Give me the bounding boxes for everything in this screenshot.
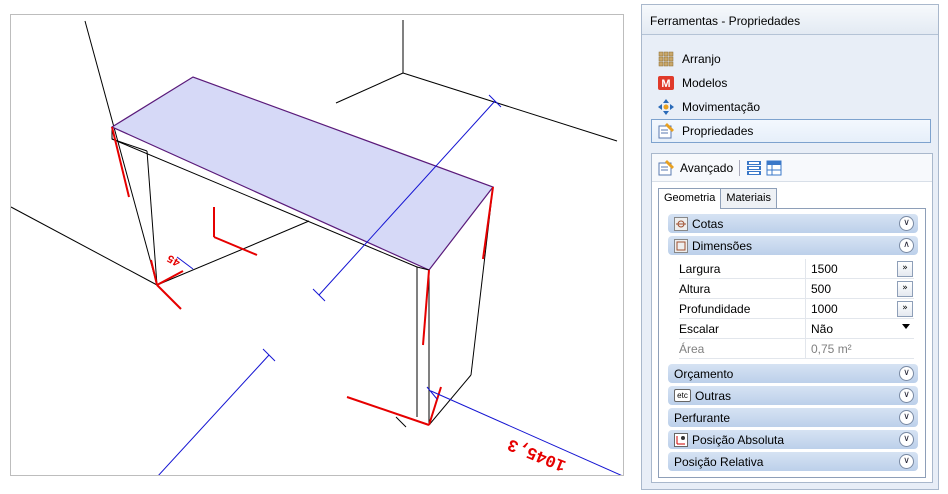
section-outras[interactable]: etc Outras ∨ — [668, 386, 918, 405]
column-divider — [805, 279, 806, 299]
expand-button[interactable]: » — [897, 301, 913, 317]
geometria-panel: Cotas ∨ Dimensões ∧ Largura 1500 » Altur… — [658, 208, 926, 478]
box-top-face — [110, 76, 494, 271]
nav-item-label: Movimentação — [682, 100, 761, 114]
section-label: Dimensões — [692, 238, 753, 253]
room-edge — [335, 72, 404, 104]
scene-drawing: 1045,3 45 — [11, 20, 622, 475]
expand-button[interactable]: » — [897, 281, 913, 297]
field-largura: Largura 1500 » — [679, 259, 914, 279]
list-view-icon[interactable] — [746, 160, 762, 176]
profundidade-input[interactable]: 1000 — [808, 299, 888, 318]
section-label: Outras — [695, 388, 732, 403]
dimension-line — [158, 354, 270, 475]
section-dimensoes[interactable]: Dimensões ∧ — [668, 236, 918, 255]
column-divider — [805, 339, 806, 359]
table-view-icon[interactable] — [766, 160, 782, 176]
toolbar-separator — [739, 159, 741, 176]
dimension-label-1045: 1045,3 — [505, 434, 569, 475]
axis-marker — [111, 126, 130, 198]
nav-item-arranjo[interactable]: Arranjo — [651, 47, 931, 71]
move-icon — [658, 99, 674, 115]
chevron-down-icon[interactable]: ∨ — [899, 366, 914, 381]
field-label: Altura — [679, 282, 711, 296]
properties-panel: Ferramentas - Propriedades Arranjo M Mod… — [641, 4, 939, 490]
field-label: Largura — [679, 262, 721, 276]
area-value: 0,75 m² — [811, 342, 852, 356]
dimension-line — [430, 390, 622, 475]
dropdown-arrow-icon[interactable] — [902, 324, 910, 329]
field-altura: Altura 500 » — [679, 279, 914, 299]
altura-input[interactable]: 500 — [808, 279, 888, 298]
properties-icon — [658, 123, 674, 139]
expand-button[interactable]: » — [897, 261, 913, 277]
tab-geometria[interactable]: Geometria — [658, 188, 722, 209]
section-label: Orçamento — [674, 366, 734, 381]
room-edge — [11, 206, 158, 286]
properties-box: Avançado Geometria Materiais Cotas ∨ Dim… — [651, 153, 933, 483]
axis-marker — [156, 284, 182, 310]
field-area: Área 0,75 m² — [679, 339, 914, 359]
properties-icon — [658, 159, 674, 176]
dimensoes-icon — [674, 238, 688, 253]
box-edge — [395, 416, 407, 428]
nav-item-propriedades[interactable]: Propriedades — [651, 119, 931, 143]
field-escalar: Escalar Não — [679, 319, 914, 339]
escalar-select[interactable]: Não — [808, 319, 914, 338]
section-posicao-relativa[interactable]: Posição Relativa ∨ — [668, 452, 918, 471]
room-edge — [402, 72, 618, 142]
column-divider — [805, 319, 806, 339]
section-label: Perfurante — [674, 410, 731, 425]
chevron-down-icon[interactable]: ∨ — [899, 432, 914, 447]
chevron-down-icon[interactable]: ∨ — [899, 410, 914, 425]
section-cotas[interactable]: Cotas ∨ — [668, 214, 918, 233]
largura-input[interactable]: 1500 — [808, 259, 888, 278]
column-divider — [805, 259, 806, 279]
section-label: Posição Absoluta — [692, 432, 785, 447]
modelos-icon: M — [658, 75, 674, 91]
field-label: Escalar — [679, 322, 720, 336]
field-profundidade: Profundidade 1000 » — [679, 299, 914, 319]
room-edge — [242, 220, 310, 250]
column-divider — [805, 299, 806, 319]
section-posicao-absoluta[interactable]: Posição Absoluta ∨ — [668, 430, 918, 449]
3d-viewport[interactable]: 1045,3 45 — [10, 14, 624, 476]
chevron-up-icon[interactable]: ∧ — [899, 238, 914, 253]
position-icon — [674, 432, 688, 447]
chevron-down-icon[interactable]: ∨ — [899, 454, 914, 469]
nav-item-movimentacao[interactable]: Movimentação — [651, 95, 931, 119]
tool-nav: Arranjo M Modelos Movimentação Proprieda… — [651, 47, 931, 143]
section-label: Posição Relativa — [674, 454, 764, 469]
nav-item-label: Propriedades — [682, 124, 754, 138]
section-orcamento[interactable]: Orçamento ∨ — [668, 364, 918, 383]
box-edge — [428, 374, 472, 426]
cotas-icon — [674, 216, 688, 231]
chevron-down-icon[interactable]: ∨ — [899, 388, 914, 403]
nav-item-modelos[interactable]: M Modelos — [651, 71, 931, 95]
advanced-label[interactable]: Avançado — [680, 161, 733, 175]
property-tabs: Geometria Materiais — [658, 188, 777, 209]
field-label: Área — [679, 342, 705, 356]
dimension-label-45: 45 — [165, 251, 183, 268]
svg-text:M: M — [661, 78, 670, 90]
section-perfurante[interactable]: Perfurante ∨ — [668, 408, 918, 427]
etc-icon: etc — [674, 389, 691, 402]
axis-marker — [156, 270, 184, 286]
field-label: Profundidade — [679, 302, 751, 316]
tab-materiais[interactable]: Materiais — [720, 188, 777, 208]
panel-title: Ferramentas - Propriedades — [642, 5, 938, 35]
arranjo-icon — [658, 51, 674, 67]
properties-toolbar: Avançado — [652, 154, 932, 182]
nav-item-label: Modelos — [682, 76, 728, 90]
section-label: Cotas — [692, 216, 724, 231]
nav-item-label: Arranjo — [682, 52, 721, 66]
axis-marker — [422, 269, 430, 346]
chevron-down-icon[interactable]: ∨ — [899, 216, 914, 231]
